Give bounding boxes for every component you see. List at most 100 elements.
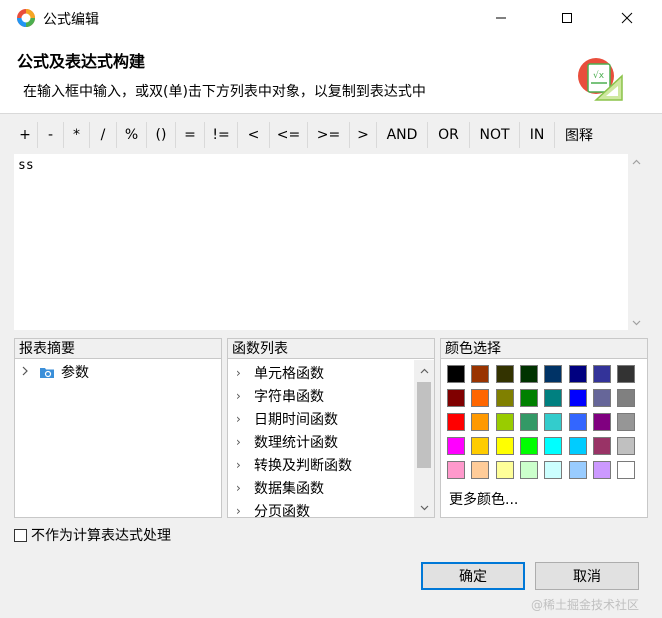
- color-swatch[interactable]: [519, 437, 538, 455]
- color-swatch[interactable]: [617, 413, 636, 431]
- formula-builder-icon: √x: [578, 58, 623, 101]
- color-swatch[interactable]: [471, 413, 490, 431]
- chevron-right-icon: ›: [236, 434, 241, 449]
- function-category-item[interactable]: › 数据集函数: [236, 476, 324, 499]
- color-swatch[interactable]: [592, 461, 611, 479]
- color-swatch[interactable]: [471, 437, 490, 455]
- report-summary-title: 报表摘要: [15, 339, 221, 359]
- tree-item-label: 参数: [61, 365, 89, 381]
- function-category-item[interactable]: › 转换及判断函数: [236, 453, 352, 476]
- legend-button[interactable]: 图释: [555, 122, 603, 148]
- color-picker-title: 颜色选择: [441, 339, 647, 359]
- color-swatch[interactable]: [592, 365, 611, 383]
- chevron-right-icon: ›: [236, 411, 241, 426]
- maximize-icon[interactable]: [544, 0, 590, 36]
- scroll-up-icon[interactable]: [628, 153, 645, 170]
- chevron-right-icon: ›: [236, 457, 241, 472]
- chevron-right-icon: ›: [236, 480, 241, 495]
- color-swatch[interactable]: [544, 389, 563, 407]
- color-swatch[interactable]: [519, 389, 538, 407]
- operator-modulo-button[interactable]: %: [117, 122, 147, 148]
- operator-greater-than-button[interactable]: >: [350, 122, 377, 148]
- more-colors-link[interactable]: 更多颜色...: [449, 489, 518, 509]
- function-category-item[interactable]: › 分页函数: [236, 499, 310, 519]
- color-swatch[interactable]: [519, 365, 538, 383]
- function-category-item[interactable]: › 字符串函数: [236, 384, 324, 407]
- operator-divide-button[interactable]: /: [90, 122, 117, 148]
- operator-in-button[interactable]: IN: [520, 122, 555, 148]
- color-swatch[interactable]: [495, 389, 514, 407]
- dialog-header: 公式及表达式构建 在输入框中输入，或双(单)击下方列表中对象，以复制到表达式中 …: [0, 36, 662, 114]
- color-swatch[interactable]: [544, 461, 563, 479]
- color-swatch[interactable]: [592, 389, 611, 407]
- non-expression-option[interactable]: 不作为计算表达式处理: [14, 525, 171, 545]
- color-swatch[interactable]: [568, 413, 587, 431]
- color-swatch[interactable]: [617, 437, 636, 455]
- chevron-right-icon[interactable]: [21, 365, 33, 379]
- color-swatch[interactable]: [447, 413, 465, 431]
- color-swatch[interactable]: [471, 365, 490, 383]
- color-swatch[interactable]: [447, 389, 465, 407]
- color-swatch[interactable]: [495, 413, 514, 431]
- operator-less-than-button[interactable]: <: [238, 122, 270, 148]
- operator-multiply-button[interactable]: *: [64, 122, 90, 148]
- operator-or-button[interactable]: OR: [428, 122, 470, 148]
- color-swatch[interactable]: [568, 437, 587, 455]
- color-swatch[interactable]: [544, 365, 563, 383]
- minimize-icon[interactable]: [478, 0, 524, 36]
- color-swatch[interactable]: [495, 437, 514, 455]
- operator-not-button[interactable]: NOT: [470, 122, 520, 148]
- color-swatch[interactable]: [617, 461, 636, 479]
- color-swatch[interactable]: [568, 365, 587, 383]
- color-swatch[interactable]: [519, 413, 538, 431]
- editor-scrollbar[interactable]: [628, 153, 645, 331]
- header-title: 公式及表达式构建: [17, 52, 146, 71]
- window-title: 公式编辑: [43, 12, 99, 28]
- close-icon[interactable]: [604, 0, 650, 36]
- expression-editor[interactable]: ss: [13, 153, 629, 331]
- function-category-item[interactable]: › 单元格函数: [236, 361, 324, 384]
- operator-not-equals-button[interactable]: !=: [205, 122, 238, 148]
- operator-greater-equal-button[interactable]: >=: [308, 122, 350, 148]
- function-list: › 单元格函数 › 字符串函数 › 日期时间函数 › 数理统计函数 › 转换及判断函数 ›…: [228, 360, 414, 519]
- operator-and-button[interactable]: AND: [377, 122, 428, 148]
- color-swatch[interactable]: [471, 461, 490, 479]
- color-swatch[interactable]: [544, 413, 563, 431]
- color-swatch[interactable]: [568, 389, 587, 407]
- function-category-item[interactable]: › 数理统计函数: [236, 430, 338, 453]
- color-swatch[interactable]: [617, 365, 636, 383]
- scroll-down-icon[interactable]: [414, 499, 434, 516]
- parameters-folder-icon: [40, 368, 54, 378]
- color-swatch[interactable]: [568, 461, 587, 479]
- cancel-button[interactable]: 取消: [535, 562, 639, 590]
- color-swatch[interactable]: [592, 413, 611, 431]
- scrollbar-thumb[interactable]: [417, 382, 431, 468]
- header-description: 在输入框中输入，或双(单)击下方列表中对象，以复制到表达式中: [23, 84, 426, 100]
- color-swatch[interactable]: [447, 365, 465, 383]
- expression-text: ss: [18, 158, 34, 173]
- tree-item-parameters[interactable]: 参数: [21, 361, 89, 383]
- ok-button[interactable]: 确定: [421, 562, 525, 590]
- color-swatch[interactable]: [544, 437, 563, 455]
- color-swatch[interactable]: [447, 437, 465, 455]
- operator-parentheses-button[interactable]: (): [147, 122, 176, 148]
- color-swatch[interactable]: [447, 461, 465, 479]
- operator-minus-button[interactable]: -: [38, 122, 64, 148]
- operator-less-equal-button[interactable]: <=: [270, 122, 308, 148]
- scroll-up-icon[interactable]: [414, 362, 434, 379]
- color-swatch[interactable]: [471, 389, 490, 407]
- scroll-down-icon[interactable]: [628, 314, 645, 331]
- color-swatch[interactable]: [495, 365, 514, 383]
- color-swatch[interactable]: [519, 461, 538, 479]
- watermark: @稀土掘金技术社区: [531, 598, 640, 612]
- color-swatch[interactable]: [617, 389, 636, 407]
- color-swatch[interactable]: [592, 437, 611, 455]
- function-list-scrollbar[interactable]: [414, 360, 434, 517]
- non-expression-checkbox[interactable]: [14, 528, 27, 542]
- chevron-right-icon: ›: [236, 365, 241, 380]
- color-swatch[interactable]: [495, 461, 514, 479]
- function-category-item[interactable]: › 日期时间函数: [236, 407, 338, 430]
- chevron-right-icon: ›: [236, 388, 241, 403]
- operator-plus-button[interactable]: +: [13, 122, 38, 148]
- operator-equals-button[interactable]: =: [176, 122, 205, 148]
